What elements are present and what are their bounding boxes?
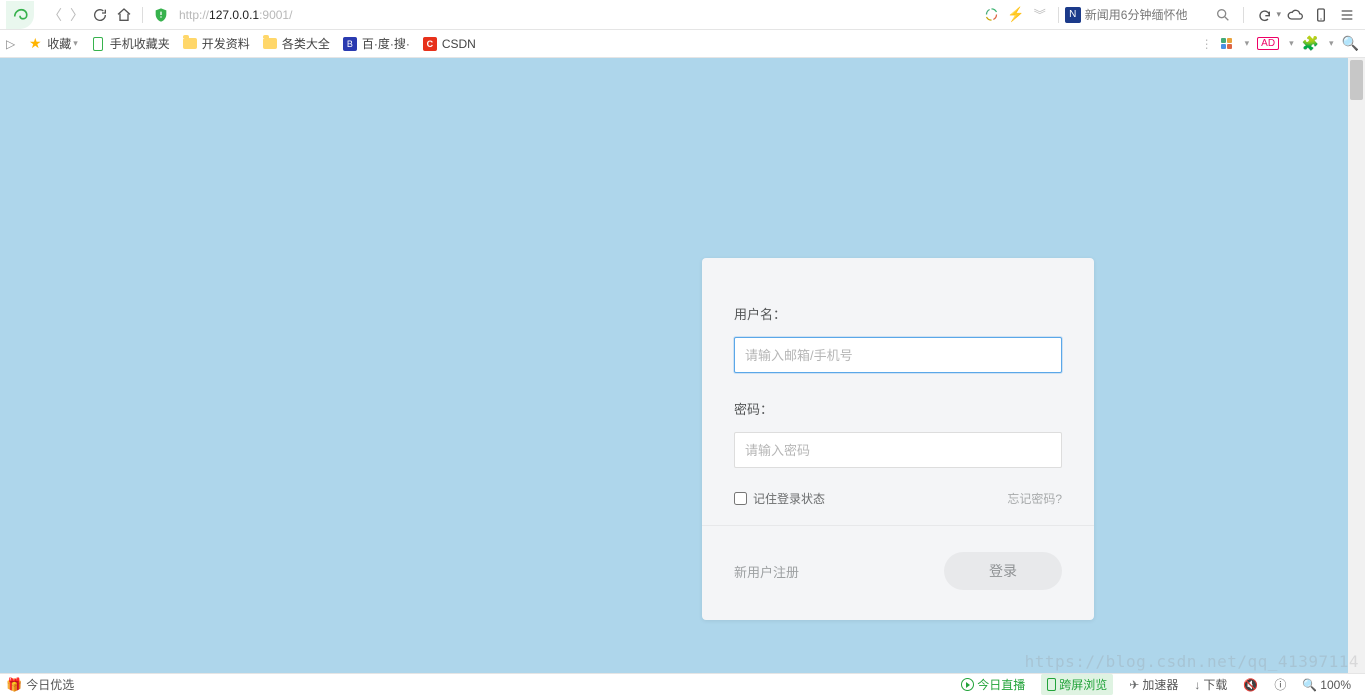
bookmark-categories[interactable]: 各类大全 bbox=[262, 35, 330, 52]
status-live-label: 今日直播 bbox=[977, 676, 1025, 693]
mobile-icon bbox=[1313, 7, 1329, 23]
browser-logo-icon bbox=[11, 6, 29, 24]
bookmark-dev-label: 开发资料 bbox=[202, 35, 250, 52]
mobile-small-icon bbox=[1047, 678, 1056, 691]
undo-menu-caret-icon[interactable]: ▾ bbox=[1276, 9, 1281, 20]
url-scheme: http:// bbox=[179, 8, 209, 22]
nav-forward-button[interactable]: 〉 bbox=[66, 5, 88, 25]
undo-icon bbox=[1256, 7, 1272, 23]
password-label: 密码： bbox=[734, 399, 1062, 418]
bookmark-categories-label: 各类大全 bbox=[282, 35, 330, 52]
news-favicon-icon: N bbox=[1065, 7, 1081, 23]
rocket-icon: ✈ bbox=[1129, 678, 1139, 692]
login-card: 用户名： 密码： 记住登录状态 忘记密码? 新用户注册 登录 bbox=[702, 258, 1094, 620]
reload-icon bbox=[92, 7, 108, 23]
download-icon: ↓ bbox=[1194, 678, 1200, 692]
shield-icon bbox=[153, 7, 169, 23]
ad-block-icon[interactable]: AD bbox=[1257, 37, 1279, 50]
zoom-level: 100% bbox=[1320, 678, 1351, 692]
nav-back-button[interactable]: 〈 bbox=[44, 5, 66, 25]
bookmark-baidu-label: 百·度·搜· bbox=[362, 35, 410, 52]
status-mute[interactable]: 🔇 bbox=[1243, 678, 1258, 692]
divider bbox=[142, 7, 143, 23]
favorites-button[interactable]: ★ 收藏▾ bbox=[27, 35, 78, 52]
status-live[interactable]: 今日直播 bbox=[961, 676, 1025, 693]
bolt-icon[interactable]: ⚡ bbox=[1007, 6, 1025, 24]
mute-icon: 🔇 bbox=[1243, 678, 1258, 692]
bookmark-csdn-label: CSDN bbox=[442, 37, 476, 51]
find-in-page-icon[interactable]: 🔍 bbox=[1342, 35, 1359, 52]
news-headline[interactable]: 新闻用6分钟缅怀他 bbox=[1085, 6, 1188, 23]
extensions-puzzle-icon[interactable]: 🧩 bbox=[1302, 35, 1319, 52]
extension-aperture-icon[interactable] bbox=[983, 6, 1001, 24]
home-icon bbox=[116, 7, 132, 23]
remember-checkbox[interactable]: 记住登录状态 bbox=[734, 490, 825, 507]
status-cross-screen[interactable]: 跨屏浏览 bbox=[1041, 674, 1113, 695]
mobile-button[interactable] bbox=[1309, 3, 1333, 27]
watermark-text: https://blog.csdn.net/qq_41397114 bbox=[1025, 652, 1359, 671]
bookmark-mobile-label: 手机收藏夹 bbox=[110, 35, 170, 52]
username-label: 用户名： bbox=[734, 304, 1062, 323]
address-bar[interactable]: http:// 127.0.0.1 :9001/ bbox=[179, 8, 292, 22]
status-download-label: 下载 bbox=[1203, 676, 1227, 693]
page-viewport: 用户名： 密码： 记住登录状态 忘记密码? 新用户注册 登录 https://b… bbox=[0, 58, 1365, 673]
gift-icon[interactable]: 🎁 bbox=[6, 677, 22, 693]
bookmark-csdn[interactable]: C CSDN bbox=[422, 36, 476, 52]
favorites-label: 收藏 bbox=[47, 35, 71, 52]
reload-button[interactable] bbox=[88, 3, 112, 27]
zoom-icon: 🔍 bbox=[1302, 678, 1317, 692]
cloud-icon bbox=[1287, 7, 1303, 23]
scrollbar-track[interactable] bbox=[1348, 58, 1365, 673]
folder-icon bbox=[182, 36, 198, 52]
bookmark-mobile[interactable]: 手机收藏夹 bbox=[90, 35, 170, 52]
remember-checkbox-input[interactable] bbox=[734, 492, 747, 505]
browser-toolbar: 〈 〉 http:// 127.0.0.1 :9001/ ⚡ ︾ N 新闻用6分… bbox=[0, 0, 1365, 30]
bookmark-baidu[interactable]: B 百·度·搜· bbox=[342, 35, 410, 52]
dropdown-caret-icon[interactable]: ︾ bbox=[1031, 6, 1049, 24]
url-rest: :9001/ bbox=[259, 8, 292, 22]
register-link[interactable]: 新用户注册 bbox=[734, 562, 799, 581]
status-bar: 🎁 今日优选 今日直播 跨屏浏览 ✈ 加速器 ↓ 下载 🔇 ⓘ 🔍 100% bbox=[0, 673, 1365, 695]
scrollbar-thumb[interactable] bbox=[1350, 60, 1363, 100]
cloud-button[interactable] bbox=[1283, 3, 1307, 27]
apps-grid-icon[interactable] bbox=[1221, 38, 1235, 50]
browser-logo bbox=[6, 1, 34, 29]
status-cross-label: 跨屏浏览 bbox=[1059, 676, 1107, 693]
menu-button[interactable] bbox=[1335, 3, 1359, 27]
toggle-sidebar-button[interactable]: ▷ bbox=[6, 37, 15, 51]
forgot-password-link[interactable]: 忘记密码? bbox=[1007, 490, 1062, 507]
status-zoom[interactable]: 🔍 100% bbox=[1302, 678, 1351, 692]
more-menu-icon[interactable]: ⋮ bbox=[1201, 37, 1213, 51]
password-input[interactable] bbox=[734, 432, 1062, 468]
search-button[interactable] bbox=[1211, 3, 1235, 27]
today-picks[interactable]: 今日优选 bbox=[26, 676, 74, 693]
home-button[interactable] bbox=[112, 3, 136, 27]
remember-label: 记住登录状态 bbox=[753, 490, 825, 507]
undo-button[interactable] bbox=[1252, 3, 1276, 27]
bookmarks-bar: ▷ ★ 收藏▾ 手机收藏夹 开发资料 各类大全 B 百·度·搜· C CSDN … bbox=[0, 30, 1365, 58]
network-icon: ⓘ bbox=[1274, 676, 1286, 693]
url-host: 127.0.0.1 bbox=[209, 8, 259, 22]
folder-icon bbox=[262, 36, 278, 52]
mobile-folder-icon bbox=[90, 36, 106, 52]
status-accelerator[interactable]: ✈ 加速器 bbox=[1129, 676, 1178, 693]
play-circle-icon bbox=[961, 678, 974, 691]
security-shield-button[interactable] bbox=[149, 3, 173, 27]
divider bbox=[1058, 7, 1059, 23]
login-button[interactable]: 登录 bbox=[944, 552, 1062, 590]
username-input[interactable] bbox=[734, 337, 1062, 373]
divider bbox=[1243, 7, 1244, 23]
status-network[interactable]: ⓘ bbox=[1274, 676, 1286, 693]
csdn-icon: C bbox=[422, 36, 438, 52]
search-icon bbox=[1215, 7, 1231, 23]
status-download[interactable]: ↓ 下载 bbox=[1194, 676, 1227, 693]
apps-caret-icon[interactable]: ▾ bbox=[1245, 38, 1250, 49]
baidu-icon: B bbox=[342, 36, 358, 52]
star-icon: ★ bbox=[27, 36, 43, 52]
hamburger-icon bbox=[1339, 7, 1355, 23]
status-accel-label: 加速器 bbox=[1142, 676, 1178, 693]
bookmark-dev[interactable]: 开发资料 bbox=[182, 35, 250, 52]
